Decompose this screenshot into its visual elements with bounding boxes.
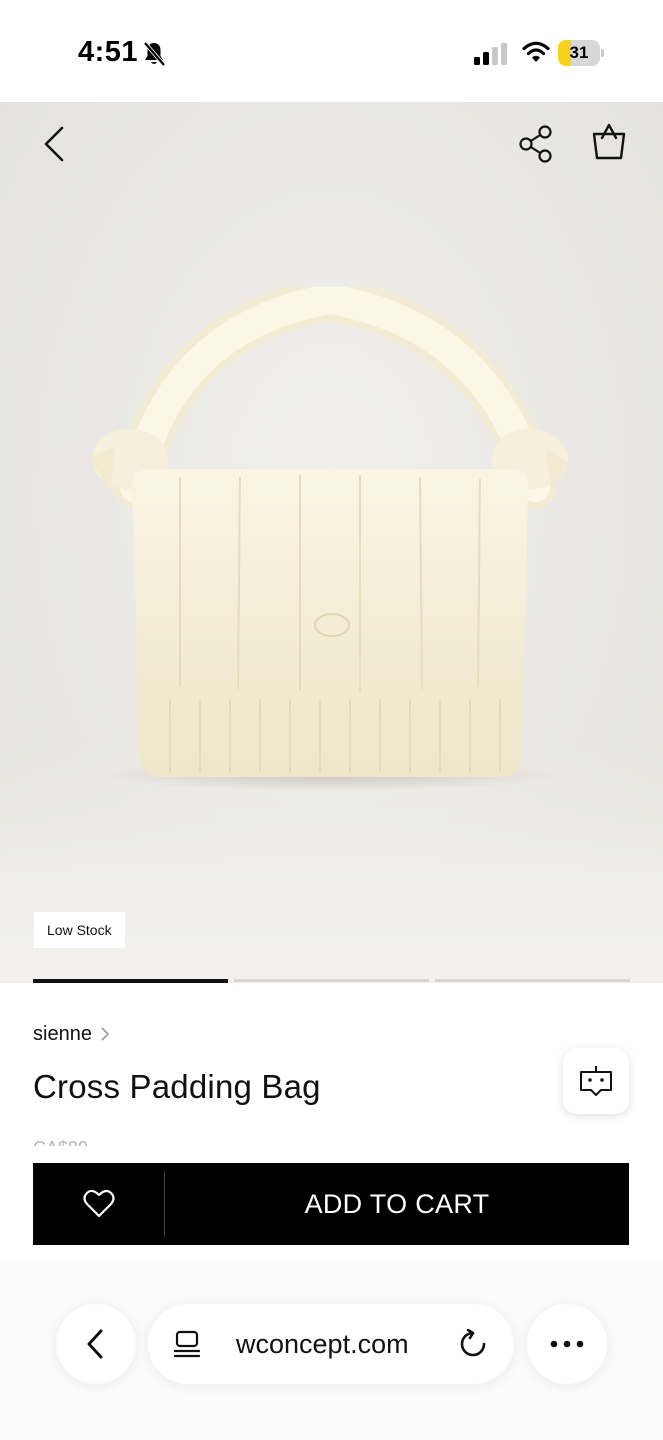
back-icon — [87, 1329, 103, 1359]
wishlist-button[interactable] — [33, 1163, 164, 1245]
carousel-segment[interactable] — [33, 979, 228, 983]
browser-toolbar: wconcept.com — [0, 1260, 663, 1440]
chatbot-button[interactable] — [563, 1048, 629, 1114]
status-time: 4:51 — [78, 36, 139, 68]
brand-link[interactable]: sienne — [33, 1021, 110, 1047]
carousel-segment[interactable] — [435, 979, 630, 982]
battery-percentage: 31 — [569, 43, 589, 62]
status-bar: 4:51 31 — [0, 0, 663, 102]
heart-icon — [82, 1189, 115, 1218]
low-stock-badge: Low Stock — [34, 912, 125, 948]
reload-icon[interactable] — [458, 1329, 488, 1359]
browser-back-button[interactable] — [56, 1304, 136, 1384]
product-price: CA$89 — [33, 1134, 88, 1146]
tabs-icon[interactable] — [174, 1330, 200, 1358]
image-carousel-indicator — [33, 979, 630, 983]
carousel-segment[interactable] — [234, 979, 429, 982]
share-icon[interactable] — [518, 124, 554, 164]
battery-tip — [601, 49, 604, 57]
bag-photo — [90, 287, 568, 791]
product-image[interactable]: Low Stock — [0, 102, 663, 983]
wifi-icon — [522, 41, 550, 62]
brand-name: sienne — [33, 1022, 92, 1045]
add-to-cart-bar: ADD TO CART — [33, 1163, 629, 1245]
cellular-signal-icon — [474, 43, 507, 65]
battery-icon: 31 — [558, 40, 604, 66]
back-chevron-icon[interactable] — [36, 122, 76, 166]
product-title: Cross Padding Bag — [33, 1068, 321, 1105]
shopping-bag-icon[interactable] — [590, 120, 628, 162]
chatbot-icon — [580, 1066, 612, 1096]
more-options-button[interactable] — [527, 1304, 607, 1384]
more-icon — [550, 1340, 584, 1348]
chevron-right-icon — [101, 1027, 110, 1041]
url-text: wconcept.com — [236, 1329, 409, 1359]
add-to-cart-button[interactable]: ADD TO CART — [165, 1163, 629, 1245]
address-bar[interactable]: wconcept.com — [148, 1304, 514, 1384]
battery-body: 31 — [558, 40, 600, 66]
bell-slash-icon — [143, 41, 166, 67]
